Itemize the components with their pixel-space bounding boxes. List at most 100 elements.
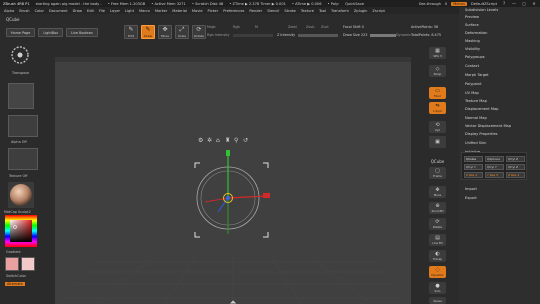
menu-uv-map[interactable]: UV Map bbox=[465, 91, 479, 95]
z-intensity-track[interactable] bbox=[298, 33, 339, 37]
local-symmetry-button[interactable]: ⇋ L.Sym bbox=[429, 102, 446, 114]
menu-contact[interactable]: Contact bbox=[465, 64, 479, 68]
move-view-button[interactable]: ✥ Move bbox=[429, 186, 446, 198]
alternate-button[interactable]: Alternate bbox=[5, 282, 25, 286]
menu-masking[interactable]: Masking bbox=[465, 39, 480, 43]
menus-button[interactable]: Menus bbox=[451, 1, 467, 6]
menu-subdivision-levels[interactable]: Subdivision Levels bbox=[465, 8, 498, 12]
rotate-view-button[interactable]: ⟳ Rotate bbox=[429, 218, 446, 230]
dynamic-toggle[interactable]: Dynamic bbox=[396, 33, 411, 37]
xpose-button[interactable]: Xpose bbox=[429, 297, 446, 304]
menu-texture[interactable]: Texture bbox=[301, 9, 314, 13]
menu-texture-map[interactable]: Texture Map bbox=[465, 99, 487, 103]
x-res-slider[interactable]: X Res 2 bbox=[464, 172, 483, 178]
z-res-slider[interactable]: Z Res 2 bbox=[506, 172, 525, 178]
lightbox-button[interactable]: LightBox bbox=[38, 28, 64, 37]
menu-movie[interactable]: Movie bbox=[192, 9, 203, 13]
menu-light[interactable]: Light bbox=[125, 9, 134, 13]
qcyl-z-init-button[interactable]: QCyl Z bbox=[506, 156, 525, 162]
menu-deformation[interactable]: Deformation bbox=[465, 31, 487, 35]
persp-button[interactable]: ◇ Persp bbox=[429, 65, 446, 77]
menu-alpha[interactable]: Alpha bbox=[4, 9, 14, 13]
transp-button[interactable]: ◐ Transp bbox=[429, 250, 446, 262]
color-picker-icon[interactable] bbox=[5, 215, 37, 247]
menu-stencil[interactable]: Stencil bbox=[267, 9, 279, 13]
menu-brush[interactable]: Brush bbox=[19, 9, 29, 13]
rgb-intensity-slider[interactable]: Rgb Intensity bbox=[207, 33, 273, 37]
qcyl-y2-init-button[interactable]: QCyl Y bbox=[485, 164, 504, 170]
menu-layer[interactable]: Layer bbox=[110, 9, 120, 13]
switch-color-label[interactable]: SwitchColor bbox=[6, 274, 26, 278]
menu-edit[interactable]: Edit bbox=[87, 9, 94, 13]
texture-slot[interactable] bbox=[8, 148, 38, 170]
qcyl-y-init-button[interactable]: QCyl Y bbox=[464, 164, 483, 170]
draw-size-track[interactable] bbox=[370, 33, 397, 37]
viewport-canvas[interactable]: ⚙ ✲ ⌂ ♜ ⚲ ↺ ◢◣ bbox=[55, 62, 411, 304]
menu-preferences[interactable]: Preferences bbox=[223, 9, 244, 13]
gizmo-lock-icon[interactable]: ⚲ bbox=[234, 137, 238, 144]
minimize-icon[interactable]: — bbox=[511, 1, 517, 6]
edit-button[interactable]: ✎ Edit bbox=[124, 25, 138, 39]
line-fill-button[interactable]: ▤ Line Fill bbox=[429, 234, 446, 246]
move-button[interactable]: ✥ Move bbox=[158, 25, 172, 39]
y-axis-handle[interactable] bbox=[226, 150, 230, 156]
menu-morph-target[interactable]: Morph Target bbox=[465, 73, 489, 77]
menu-visibility[interactable]: Visibility bbox=[465, 47, 480, 51]
qcyl-z2-init-button[interactable]: QCyl Z bbox=[506, 164, 525, 170]
see-through-label[interactable]: See-through bbox=[419, 2, 441, 6]
mrgb-toggle[interactable]: Mrgb bbox=[207, 25, 216, 29]
zsub-toggle[interactable]: Zsub bbox=[306, 25, 314, 29]
menu-picker[interactable]: Picker bbox=[208, 9, 219, 13]
menu-document[interactable]: Document bbox=[49, 9, 68, 13]
frame-button[interactable]: ▢ Frame bbox=[429, 167, 446, 179]
transpose-brush-icon[interactable] bbox=[9, 44, 31, 66]
focal-shift-slider[interactable]: Focal Shift 0 bbox=[343, 25, 364, 29]
qcube-thumb-button[interactable]: ▣ bbox=[429, 136, 446, 148]
draw-button[interactable]: ✎ Draw bbox=[141, 25, 155, 39]
qcube-init-button[interactable]: QCube bbox=[464, 156, 483, 162]
import-button[interactable]: Import bbox=[465, 187, 477, 191]
main-color-swatch[interactable] bbox=[5, 257, 19, 271]
quicksave-button[interactable]: QuickSave bbox=[345, 2, 364, 6]
menu-tool[interactable]: Tool bbox=[319, 9, 326, 13]
menu-zscript[interactable]: Zscript bbox=[372, 9, 384, 13]
secondary-color-swatch[interactable] bbox=[21, 257, 35, 271]
gizmo-unlock-icon[interactable]: ⌂ bbox=[216, 137, 220, 144]
gizmo-settings-icon[interactable]: ⚙ bbox=[198, 137, 203, 144]
menu-display-properties[interactable]: Display Properties bbox=[465, 132, 498, 136]
menu-displacement-map[interactable]: Displacement Map bbox=[465, 107, 498, 111]
maximize-icon[interactable]: ▢ bbox=[521, 1, 527, 6]
menu-render[interactable]: Render bbox=[249, 9, 262, 13]
gizmo-home-icon[interactable]: ♜ bbox=[225, 137, 230, 144]
menu-polygroups[interactable]: Polygroups bbox=[465, 55, 485, 59]
stroke-slot[interactable] bbox=[8, 83, 34, 109]
y-res-slider[interactable]: Y Res 5 bbox=[485, 172, 504, 178]
spix-button[interactable]: ▦ SPix 3 bbox=[429, 47, 446, 59]
menu-polypaint[interactable]: Polypaint bbox=[465, 82, 482, 86]
export-button[interactable]: Export bbox=[465, 196, 477, 200]
default-zscript-button[interactable]: DefaultZScript bbox=[471, 2, 497, 6]
zoom3d-button[interactable]: ⊕ Zoom3D bbox=[429, 202, 446, 214]
menu-file[interactable]: File bbox=[99, 9, 105, 13]
menu-unified-skin[interactable]: Unified Skin bbox=[465, 141, 486, 145]
help-icon[interactable]: ? bbox=[501, 1, 507, 6]
menu-material[interactable]: Material bbox=[172, 9, 187, 13]
menu-preview[interactable]: Preview bbox=[465, 15, 479, 19]
m-toggle[interactable]: M bbox=[255, 25, 258, 29]
x-axis-handle[interactable] bbox=[263, 193, 270, 198]
menu-vector-displacement-map[interactable]: Vector Displacement Map bbox=[465, 124, 511, 128]
menu-color[interactable]: Color bbox=[35, 9, 44, 13]
menu-marker[interactable]: Marker bbox=[155, 9, 167, 13]
alpha-slot[interactable] bbox=[8, 115, 38, 137]
close-icon[interactable]: ✕ bbox=[531, 1, 537, 6]
draw-size-slider[interactable]: Draw Size 223 bbox=[343, 33, 397, 37]
scale-button[interactable]: ⤢ Scale bbox=[175, 25, 189, 39]
menu-normal-map[interactable]: Normal Map bbox=[465, 116, 487, 120]
menu-draw[interactable]: Draw bbox=[73, 9, 82, 13]
rgb-intensity-track[interactable] bbox=[232, 33, 273, 37]
menu-surface[interactable]: Surface bbox=[465, 23, 479, 27]
matcap-sphere-icon[interactable] bbox=[8, 182, 34, 208]
menu-zplugin[interactable]: Zplugin bbox=[354, 9, 368, 13]
floor-button[interactable]: ▭ Floor bbox=[429, 87, 446, 99]
menu-transform[interactable]: Transform bbox=[331, 9, 349, 13]
